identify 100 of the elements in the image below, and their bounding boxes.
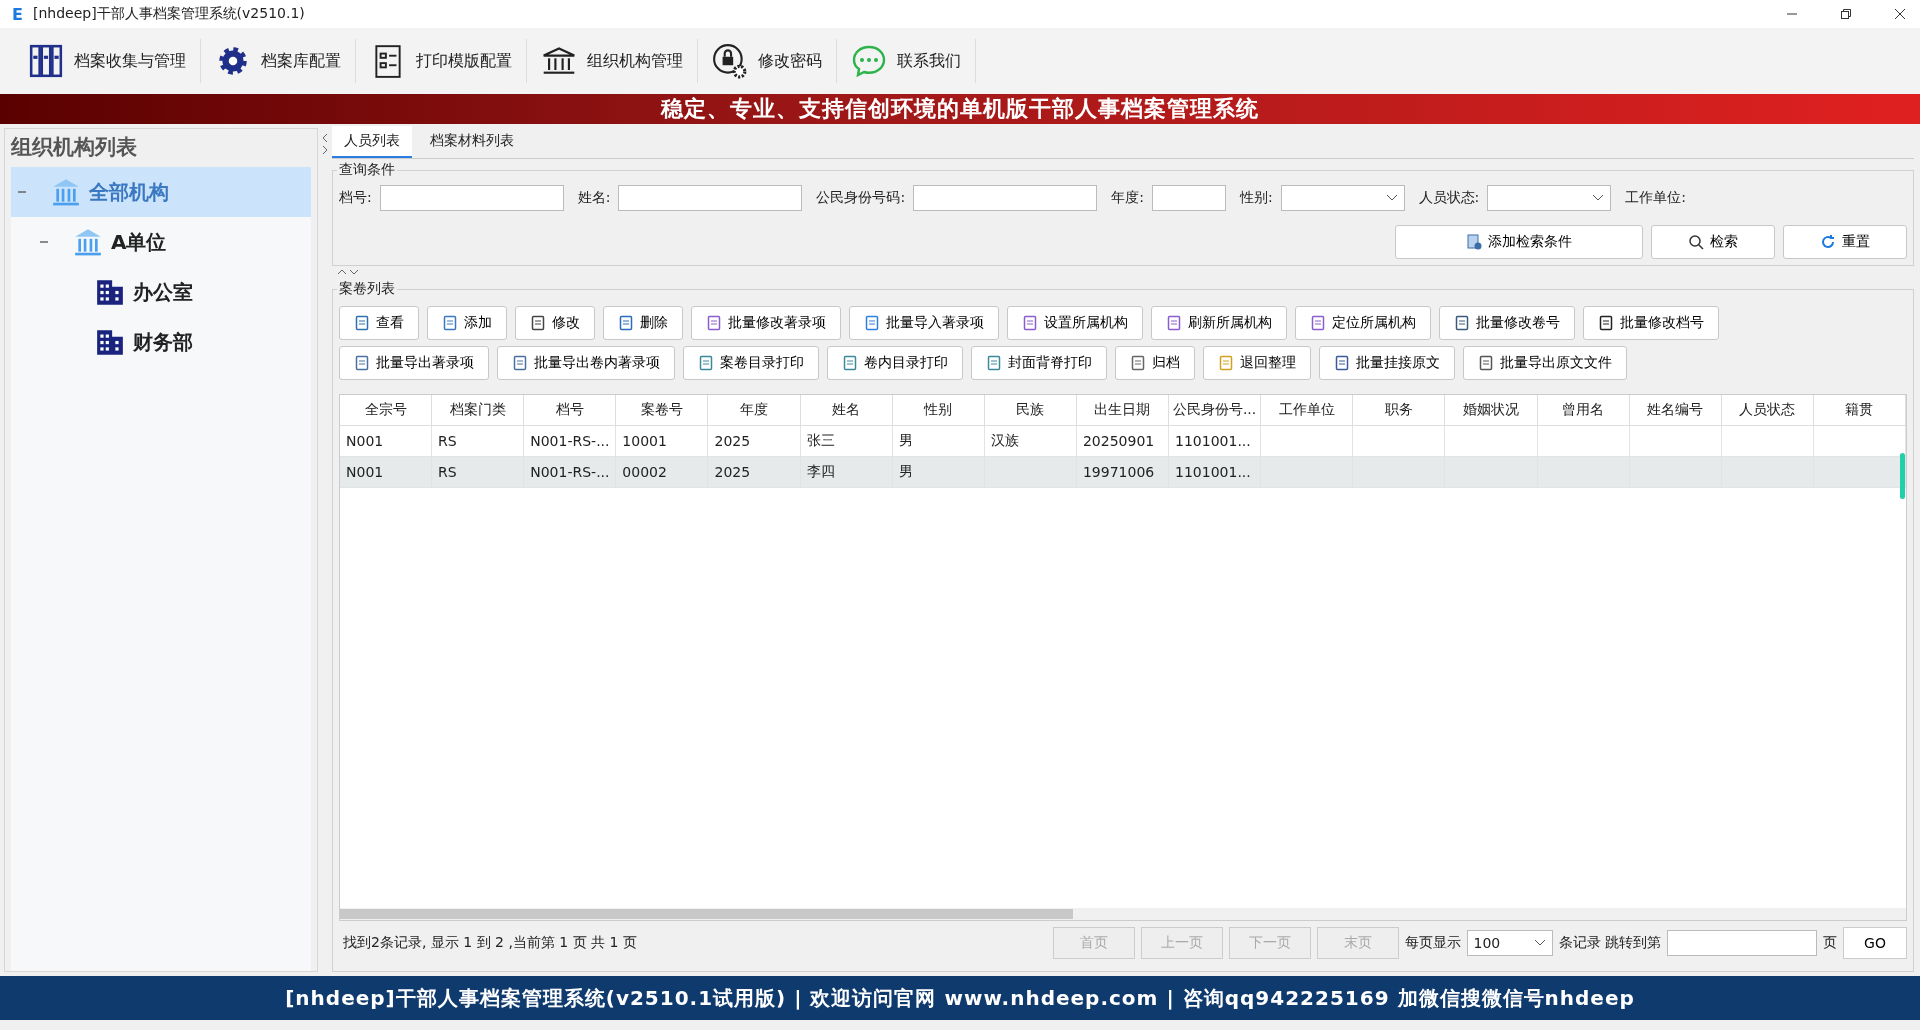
action-button[interactable]: 添加 [427, 306, 507, 340]
table-cell: 10001 [622, 433, 667, 449]
query-button[interactable]: 添加检索条件 [1395, 225, 1643, 259]
table-cell: 19971006 [1082, 464, 1155, 480]
field-label: 年度: [1111, 189, 1144, 207]
action-button[interactable]: 卷内目录打印 [827, 346, 963, 380]
table-row[interactable]: N001 RS N001-RS-... 00002 2025 李四 男 19971006 1101001... [340, 457, 1906, 488]
column-header[interactable]: 姓名 [800, 395, 893, 426]
table-cell: 2025 [714, 464, 751, 480]
action-button[interactable]: 批量修改著录项 [691, 306, 841, 340]
column-header[interactable]: 职务 [1353, 395, 1446, 426]
toolbar-button[interactable]: 联系我们 [837, 36, 975, 86]
table-cell: 李四 [806, 463, 835, 481]
column-header[interactable]: 人员状态 [1721, 395, 1814, 426]
table-cell: 男 [898, 432, 913, 450]
collapse-arrows-icon[interactable] [336, 268, 360, 276]
tab[interactable]: 人员列表 [332, 126, 412, 158]
dropdown[interactable] [1280, 185, 1405, 211]
table-cell: 1101001... [1175, 464, 1251, 480]
dropdown[interactable] [1487, 185, 1612, 211]
scrollbar-thumb[interactable] [340, 909, 1073, 919]
action-button[interactable]: 批量导出卷内著录项 [497, 346, 675, 380]
action-button[interactable]: 查看 [339, 306, 419, 340]
column-header[interactable]: 工作单位 [1261, 395, 1354, 426]
action-button[interactable]: 修改 [515, 306, 595, 340]
input-field[interactable] [1151, 185, 1226, 211]
table-cell: 1101001... [1175, 433, 1251, 449]
column-header[interactable]: 全宗号 [340, 395, 433, 426]
collapse-icon[interactable] [40, 238, 48, 246]
document-icon [864, 315, 880, 331]
toolbar-button[interactable]: 组织机构管理 [527, 36, 697, 86]
toolbar-button[interactable]: 打印模版配置 [356, 36, 526, 86]
table-cell: N001-RS-... [530, 433, 610, 449]
go-button[interactable]: GO [1843, 927, 1907, 959]
query-button[interactable]: 重置 [1783, 225, 1907, 259]
column-header[interactable]: 性别 [892, 395, 985, 426]
column-header[interactable]: 籍贯 [1813, 395, 1906, 426]
column-header[interactable]: 出生日期 [1076, 395, 1170, 426]
column-header[interactable]: 案卷号 [616, 395, 709, 426]
table-cell: N001-RS-... [530, 464, 610, 480]
action-button[interactable]: 批量导出原文文件 [1463, 346, 1627, 380]
input-field[interactable] [618, 185, 803, 211]
action-button[interactable]: 批量修改档号 [1583, 306, 1719, 340]
tree-item[interactable]: 办公室 [11, 267, 311, 317]
field-label: 公民身份号码: [816, 189, 906, 207]
document-icon [442, 315, 458, 331]
binders-icon [28, 43, 64, 79]
restore-icon[interactable] [1840, 8, 1852, 20]
institution-icon [73, 228, 103, 256]
column-header[interactable]: 年度 [708, 395, 801, 426]
app-logo: E [12, 4, 23, 24]
table-cell: 00002 [622, 464, 667, 480]
page-size-dropdown[interactable]: 100 [1466, 930, 1553, 956]
document-icon [706, 315, 722, 331]
column-header[interactable]: 档号 [524, 395, 617, 426]
action-button[interactable]: 定位所属机构 [1295, 306, 1431, 340]
query-button[interactable]: 检索 [1651, 225, 1775, 259]
refresh-icon [1820, 234, 1836, 250]
tree-item[interactable]: A单位 [11, 217, 311, 267]
action-button[interactable]: 批量修改卷号 [1439, 306, 1575, 340]
action-button[interactable]: 设置所属机构 [1007, 306, 1143, 340]
action-button[interactable]: 批量导入著录项 [849, 306, 999, 340]
action-button[interactable]: 案卷目录打印 [683, 346, 819, 380]
table-cell: 男 [898, 463, 913, 481]
collapse-arrows-icon[interactable] [321, 132, 329, 156]
tree-item[interactable]: 财务部 [11, 317, 311, 367]
action-button[interactable]: 批量挂接原文 [1319, 346, 1455, 380]
page-input[interactable] [1667, 930, 1817, 956]
input-field[interactable] [379, 185, 564, 211]
document-icon [512, 355, 528, 371]
document-icon [1454, 315, 1470, 331]
toolbar-button[interactable]: 档案收集与管理 [14, 36, 200, 86]
field-label: 档号: [339, 189, 372, 207]
banner: 稳定、专业、支持信创环境的单机版干部人事档案管理系统 [0, 94, 1920, 124]
action-button[interactable]: 删除 [603, 306, 683, 340]
collapse-icon[interactable] [18, 188, 26, 196]
column-header[interactable]: 曾用名 [1537, 395, 1630, 426]
action-button[interactable]: 封面背脊打印 [971, 346, 1107, 380]
column-header[interactable]: 档案门类 [432, 395, 525, 426]
tab[interactable]: 档案材料列表 [418, 126, 526, 158]
scrollbar-thumb[interactable] [1900, 453, 1905, 499]
column-header[interactable]: 姓名编号 [1629, 395, 1722, 426]
group-title: 查询条件 [338, 161, 396, 179]
chat-icon [851, 43, 887, 79]
action-button[interactable]: 归档 [1115, 346, 1195, 380]
footer-banner: [nhdeep]干部人事档案管理系统(v2510.1试用版) | 欢迎访问官网 www.nhdeep.com | 咨询qq942225169 加微信搜微信号nhdeep [0, 976, 1920, 1020]
action-button[interactable]: 批量导出著录项 [339, 346, 489, 380]
action-button[interactable]: 退回整理 [1203, 346, 1311, 380]
action-button[interactable]: 刷新所属机构 [1151, 306, 1287, 340]
group-title: 案卷列表 [338, 280, 396, 298]
input-field[interactable] [913, 185, 1098, 211]
column-header[interactable]: 民族 [984, 395, 1077, 426]
close-icon[interactable] [1894, 8, 1906, 20]
column-header[interactable]: 婚姻状况 [1445, 395, 1538, 426]
field-label: 人员状态: [1418, 189, 1480, 207]
toolbar-button[interactable]: 档案库配置 [201, 36, 355, 86]
column-header[interactable]: 公民身份号... [1169, 395, 1262, 426]
document-add-icon [1466, 234, 1482, 250]
document-icon [1022, 315, 1038, 331]
toolbar-button[interactable]: 修改密码 [698, 36, 836, 86]
